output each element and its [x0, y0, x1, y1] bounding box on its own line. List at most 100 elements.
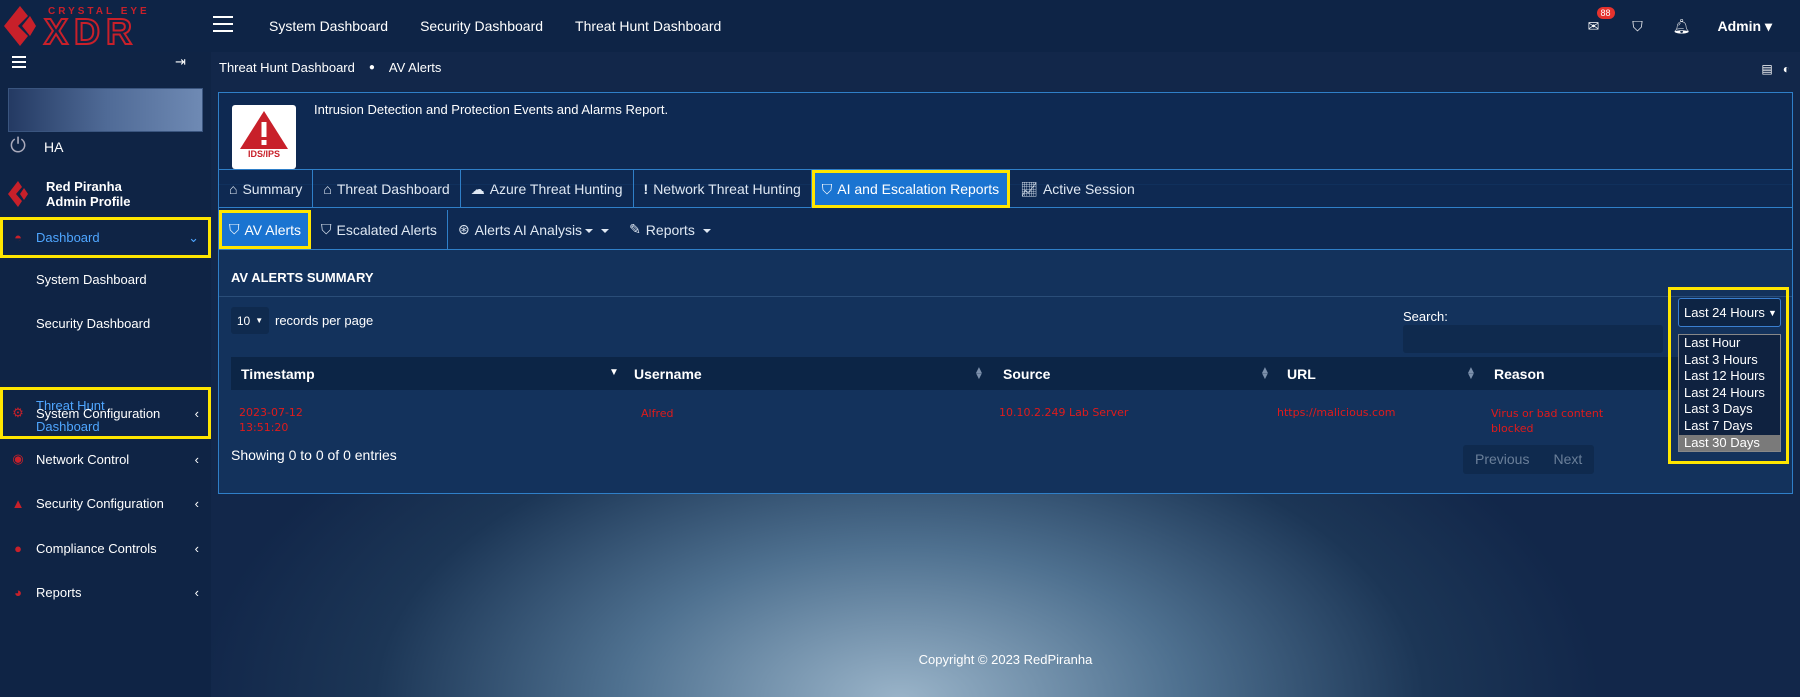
shield-icon[interactable]: ⛉: [1616, 0, 1660, 52]
mail-icon[interactable]: ✉ 88: [1572, 0, 1616, 52]
top-header: CRYSTAL EYE XDR System Dashboard Securit…: [0, 0, 1800, 53]
option-last-3-days[interactable]: Last 3 Days: [1679, 401, 1780, 418]
column-reason[interactable]: Reason: [1494, 366, 1545, 382]
tab-azure-threat-hunting[interactable]: ☁ Azure Threat Hunting: [461, 170, 634, 208]
sidebar-item-label: Network Control: [36, 451, 130, 467]
tab-ai-escalation-reports[interactable]: ⛉ AI and Escalation Reports: [811, 170, 1011, 208]
subtab-alerts-ai-analysis[interactable]: ⊛ Alerts AI Analysis: [448, 210, 619, 249]
sidebar-menu-icon[interactable]: [12, 56, 26, 68]
sidebar-item-network-control[interactable]: ◉ Network Control ‹: [0, 444, 211, 474]
exclamation-icon: !: [643, 181, 649, 197]
time-range-options: Last Hour Last 3 Hours Last 12 Hours Las…: [1678, 334, 1781, 453]
sidebar-item-label: Security Configuration: [36, 495, 164, 511]
sort-icon[interactable]: ▲ ▼: [1466, 366, 1476, 382]
breadcrumb-threat-hunt-dashboard[interactable]: Threat Hunt Dashboard: [219, 60, 355, 75]
subtab-escalated-alerts[interactable]: ⛉ Escalated Alerts: [311, 210, 448, 249]
secondary-tabs: ⛉ AV Alerts ⛉ Escalated Alerts ⊛ Alerts AI …: [219, 210, 1792, 249]
home-icon: ⌂: [323, 181, 332, 197]
shield-icon: ⛉: [321, 221, 332, 237]
option-last-7-days[interactable]: Last 7 Days: [1679, 417, 1780, 435]
search-input[interactable]: [1403, 325, 1663, 353]
column-source[interactable]: Source: [1003, 366, 1050, 382]
sidebar: ⇥ ⏻ HA Red Piranha Admin Profile ◓ Dashb…: [0, 52, 211, 697]
book-icon[interactable]: ▤: [1761, 62, 1772, 76]
menu-toggle-icon[interactable]: [213, 16, 233, 34]
subtab-label: AV Alerts: [244, 221, 302, 238]
option-last-24-hours[interactable]: Last 24 Hours: [1679, 384, 1780, 402]
option-last-30-days[interactable]: Last 30 Days: [1679, 434, 1780, 452]
subtab-reports[interactable]: ✎ Reports: [619, 210, 721, 249]
main-panel: ⌂ Summary ⌂ Threat Dashboard ☁ Azure Threat…: [218, 169, 1793, 494]
dashboard-icon: ◓: [14, 230, 22, 245]
table-row: 2023-07-12 13:51:20 Alfred 10.10.2.249 L…: [231, 390, 1776, 438]
profile-name: Red Piranha: [46, 179, 122, 194]
header-actions: ✉ 88 ⛉ 🔔︎ Admin ▾: [1572, 0, 1800, 52]
sidebar-item-security-configuration[interactable]: ▲ Security Configuration ‹: [0, 488, 211, 518]
sidebar-profile[interactable]: Red Piranha Admin Profile: [0, 174, 211, 214]
svg-text:XDR: XDR: [44, 11, 138, 52]
chevron-left-icon: ‹: [194, 451, 199, 467]
logout-icon[interactable]: ⇥: [175, 54, 186, 70]
sidebar-sub-security-dashboard[interactable]: Security Dashboard: [0, 308, 211, 338]
sort-desc-icon[interactable]: ▼: [609, 368, 619, 378]
option-last-hour[interactable]: Last Hour: [1679, 335, 1780, 352]
toggle-icon[interactable]: ◐: [1783, 62, 1790, 76]
tab-summary[interactable]: ⌂ Summary: [219, 170, 314, 208]
brand-logo[interactable]: CRYSTAL EYE XDR: [0, 0, 211, 53]
tab-network-threat-hunting[interactable]: ! Network Threat Hunting: [634, 170, 812, 208]
topnav-system-dashboard[interactable]: System Dashboard: [269, 18, 388, 34]
sidebar-item-dashboard[interactable]: ◓ Dashboard ⌄: [0, 217, 211, 258]
device-preview-thumbnail: [8, 88, 203, 132]
sidebar-item-system-configuration[interactable]: ⚙ System Configuration ‹: [0, 398, 211, 428]
compliance-icon: ●: [14, 540, 22, 556]
topnav-security-dashboard[interactable]: Security Dashboard: [420, 18, 543, 34]
breadcrumb-separator-icon: ●: [368, 62, 375, 73]
option-last-3-hours[interactable]: Last 3 Hours: [1679, 351, 1780, 369]
table-info: Showing 0 to 0 of 0 entries: [231, 447, 397, 463]
subtab-av-alerts[interactable]: ⛉ AV Alerts: [219, 210, 312, 249]
user-menu[interactable]: Admin ▾: [1704, 18, 1800, 35]
sidebar-item-label: Compliance Controls: [36, 540, 157, 556]
cell-username: Alfred: [641, 407, 674, 420]
records-per-page-select[interactable]: 10 ▼: [231, 307, 269, 334]
timestamp-date: 2023-07-12: [239, 406, 303, 419]
column-timestamp[interactable]: Timestamp: [241, 366, 315, 382]
ids-ips-icon: IDS/IPS: [232, 105, 296, 169]
sidebar-item-label: System Configuration: [36, 405, 161, 421]
previous-button[interactable]: Previous: [1463, 445, 1541, 474]
sidebar-item-label: Reports: [36, 584, 82, 600]
time-range-select[interactable]: Last 24 Hours ▼: [1678, 298, 1781, 327]
option-last-12-hours[interactable]: Last 12 Hours: [1679, 368, 1780, 385]
chevron-left-icon: ‹: [194, 584, 199, 600]
tab-label: Threat Dashboard: [336, 181, 450, 197]
tab-active-session[interactable]: 📈︎ Active Session: [1010, 170, 1145, 208]
red-piranha-logo-icon: [0, 179, 36, 209]
pencil-icon: ✎: [629, 221, 641, 237]
subtab-label: Reports: [645, 221, 695, 238]
shield-icon: ⛉: [229, 221, 240, 237]
shield-icon: ⛉: [821, 180, 833, 197]
sidebar-sub-system-dashboard[interactable]: System Dashboard: [0, 264, 211, 294]
tab-threat-dashboard[interactable]: ⌂ Threat Dashboard: [313, 170, 461, 208]
ha-label: HA: [44, 138, 64, 155]
column-username[interactable]: Username: [634, 366, 702, 382]
primary-tabs: ⌂ Summary ⌂ Threat Dashboard ☁ Azure Threat…: [219, 170, 1792, 208]
cloud-icon: ☁: [470, 180, 485, 197]
footer-copyright: Copyright © 2023 RedPiranha: [918, 652, 1093, 667]
search-label: Search:: [1403, 309, 1448, 324]
chevron-left-icon: ‹: [194, 495, 199, 511]
pagination: Previous Next: [1463, 445, 1595, 474]
av-alerts-content: AV ALERTS SUMMARY 10 ▼ records per page S…: [219, 249, 1792, 493]
sidebar-item-reports[interactable]: ◕ Reports ‹: [0, 577, 211, 607]
next-button[interactable]: Next: [1541, 445, 1594, 474]
topnav-threat-hunt-dashboard[interactable]: Threat Hunt Dashboard: [575, 18, 721, 34]
bell-icon[interactable]: 🔔︎: [1660, 0, 1704, 52]
column-url[interactable]: URL: [1287, 366, 1316, 382]
tab-label: Summary: [242, 181, 303, 197]
caret-down-icon: ▼: [1767, 307, 1777, 318]
sort-icon[interactable]: ▲ ▼: [974, 366, 984, 382]
sidebar-item-ha[interactable]: ⏻ HA: [0, 129, 211, 164]
gear-icon: ⚙: [12, 405, 24, 420]
sort-icon[interactable]: ▲ ▼: [1260, 366, 1270, 382]
sidebar-item-compliance-controls[interactable]: ● Compliance Controls ‹: [0, 533, 211, 563]
